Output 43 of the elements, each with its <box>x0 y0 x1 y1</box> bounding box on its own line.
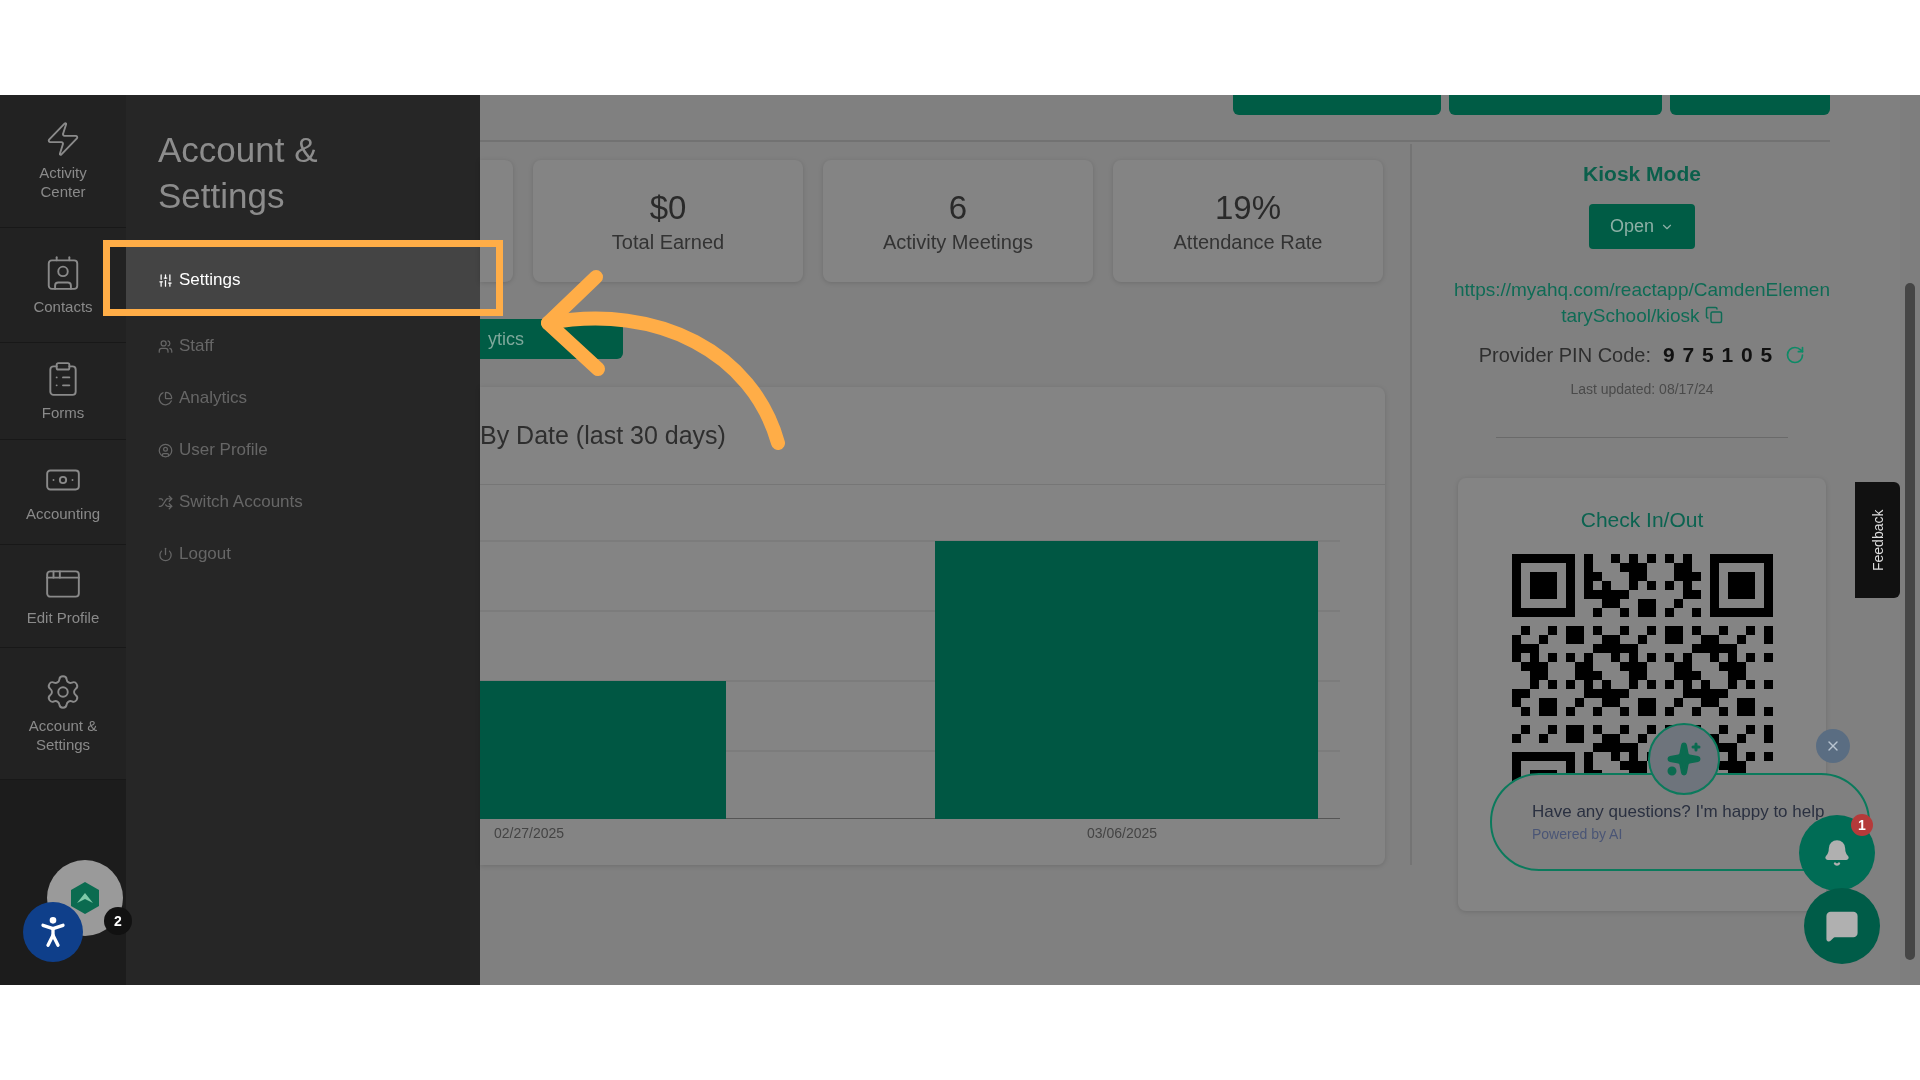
chat-message: Have any questions? I'm happy to help <box>1532 802 1826 822</box>
stat-value: 6 <box>948 188 968 227</box>
stat-value: $0 <box>649 188 687 227</box>
menu-item[interactable]: Switch Accounts <box>126 476 480 528</box>
stat-label: Total Earned <box>611 230 725 254</box>
feedback-tab[interactable]: Feedback <box>1855 482 1900 598</box>
chart-title: By Date (last 30 days) <box>480 421 726 450</box>
nav-item[interactable]: Edit Profile <box>0 545 126 648</box>
people-icon <box>158 338 173 354</box>
pin-label: Provider PIN Code: <box>1478 343 1651 367</box>
open-dropdown-button[interactable]: Open <box>1589 204 1695 249</box>
refresh-icon[interactable] <box>1785 345 1806 365</box>
menu-item[interactable]: Logout <box>126 528 480 580</box>
toolbar-button[interactable] <box>1670 95 1830 115</box>
nav-item[interactable]: Activity Center <box>0 95 126 228</box>
nav-item[interactable]: Forms <box>0 343 126 440</box>
panel-title: Account & Settings <box>157 129 319 217</box>
menu-item[interactable]: Analytics <box>126 372 480 424</box>
sparkle-icon <box>1666 741 1702 777</box>
stat-value: 19% <box>1214 188 1282 227</box>
copy-icon[interactable] <box>1704 306 1723 324</box>
bell-icon <box>1823 839 1851 867</box>
pie-chart-icon <box>158 390 173 406</box>
sliders-icon <box>158 272 173 288</box>
pin-code: 9 7 5 1 0 5 <box>1663 343 1774 367</box>
axis-label: 03/06/2025 <box>1087 825 1158 841</box>
chat-icon <box>1825 909 1859 943</box>
nav-item[interactable]: Accounting <box>0 440 126 545</box>
toolbar-button[interactable] <box>1233 95 1441 115</box>
power-icon <box>158 546 173 562</box>
stat-label: Activity Meetings <box>882 230 1034 254</box>
menu-item[interactable]: User Profile <box>126 424 480 476</box>
nav-item[interactable]: Account & Settings <box>0 648 126 780</box>
scrollbar-thumb[interactable] <box>1905 283 1915 960</box>
shuffle-icon <box>158 494 173 510</box>
section-title: Kiosk Mode <box>1583 162 1701 186</box>
axis-label: 02/27/2025 <box>494 825 565 841</box>
user-circle-icon <box>158 442 173 458</box>
card-title: Check In/Out <box>1580 508 1704 532</box>
toolbar-button[interactable] <box>1449 95 1662 115</box>
stat-label: Attendance Rate <box>1173 230 1323 254</box>
nav-item[interactable]: Contacts <box>0 228 126 343</box>
menu-item[interactable]: Staff <box>126 320 480 372</box>
